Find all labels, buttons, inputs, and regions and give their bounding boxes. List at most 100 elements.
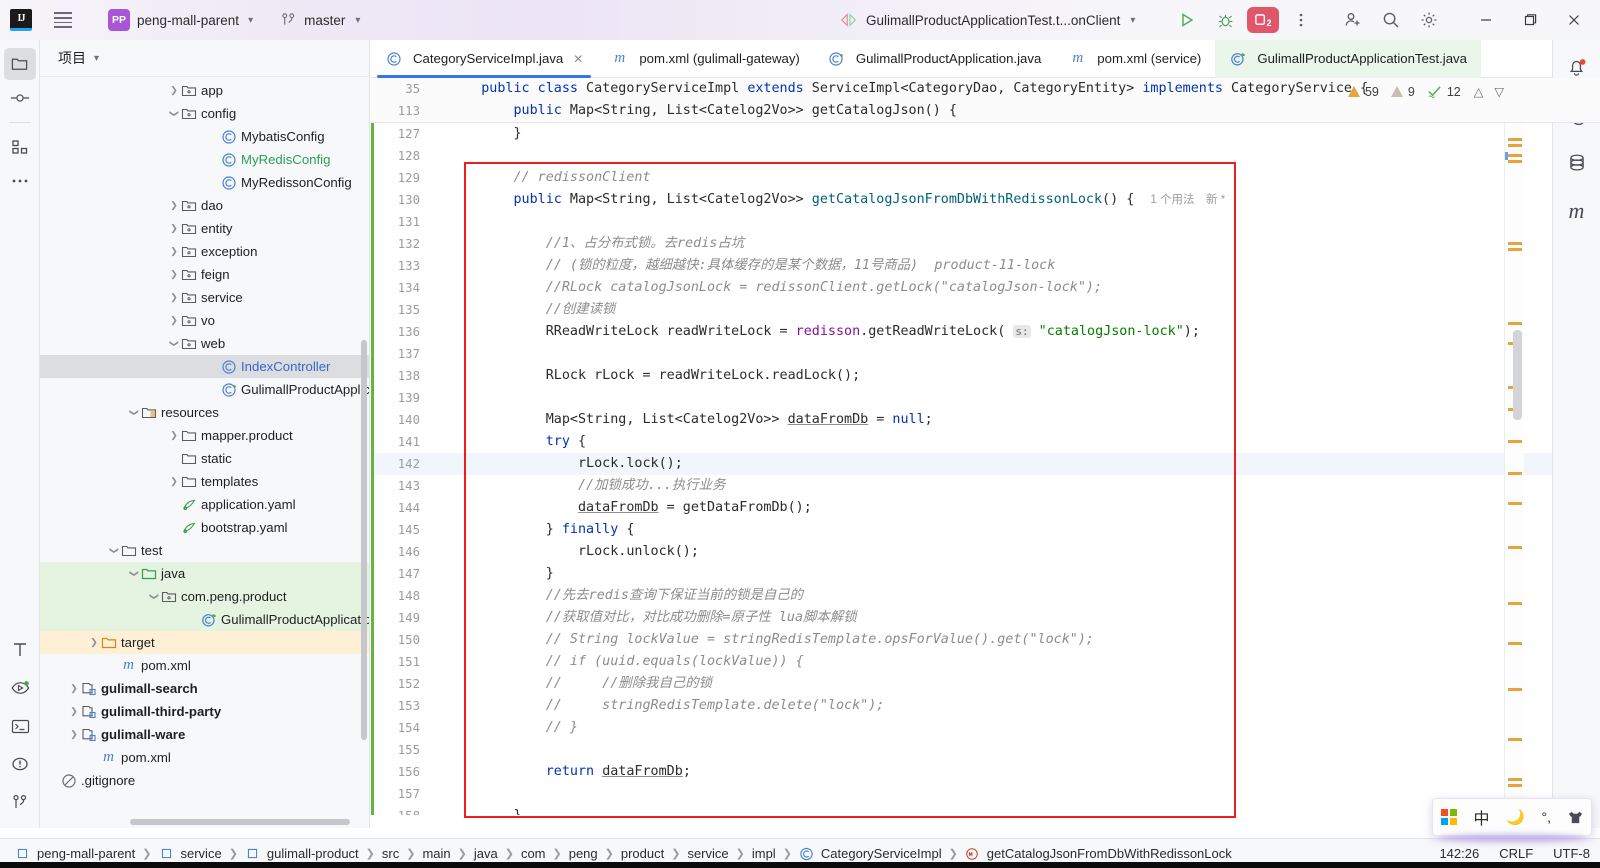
line-number[interactable]: 156 — [371, 761, 429, 783]
tree-node-entity[interactable]: ❯ entity — [40, 217, 369, 240]
breadcrumb-item-impl[interactable]: impl — [747, 846, 781, 861]
tree-node-mapper-product[interactable]: ❯ mapper.product — [40, 424, 369, 447]
tree-node-web[interactable]: ❯ web — [40, 332, 369, 355]
tree-toggle-collapsed-icon[interactable]: ❯ — [68, 706, 80, 717]
code-line[interactable]: 148 //先去redis查询下保证当前的锁是自己的 — [371, 585, 1600, 607]
next-problem-button[interactable]: ▽ — [1494, 84, 1504, 99]
line-content[interactable]: //加锁成功...执行业务 — [449, 475, 725, 497]
line-content[interactable]: // String lockValue = stringRedisTemplat… — [449, 629, 1094, 651]
tree-node-java[interactable]: ❯ java — [40, 562, 369, 585]
search-everywhere-button[interactable] — [1372, 0, 1410, 40]
tree-node-pom-xml[interactable]: m pom.xml — [40, 746, 369, 769]
moon-icon[interactable]: 🌙 — [1506, 808, 1525, 826]
tool-window-build[interactable] — [4, 634, 36, 666]
line-number[interactable]: 155 — [371, 739, 429, 761]
project-horizontal-scrollbar[interactable] — [130, 819, 350, 825]
breadcrumb-item-peng[interactable]: peng — [564, 846, 603, 861]
tree-node-bootstrap-yaml[interactable]: bootstrap.yaml — [40, 516, 369, 539]
tool-window-project[interactable] — [3, 48, 36, 80]
tree-node-target[interactable]: ❯ target — [40, 631, 369, 654]
tool-window-terminal[interactable] — [4, 710, 36, 742]
line-content[interactable]: // redissonClient — [449, 167, 651, 189]
code-line[interactable]: 131 — [371, 211, 1600, 233]
line-number[interactable]: 137 — [371, 343, 429, 365]
line-number[interactable]: 136 — [371, 321, 429, 343]
tree-node-dao[interactable]: ❯ dao — [40, 194, 369, 217]
line-number[interactable]: 151 — [371, 651, 429, 673]
editor-marker-gutter[interactable] — [1504, 78, 1524, 815]
ime-language-popup[interactable]: 中 🌙 °, — [1432, 798, 1592, 836]
code-line[interactable]: 137 — [371, 343, 1600, 365]
tree-node-gulimall-search[interactable]: ❯ gulimall-search — [40, 677, 369, 700]
line-content[interactable]: //1、占分布式锁。去redis占坑 — [449, 233, 744, 255]
tree-toggle-expanded-icon[interactable]: ❯ — [109, 545, 120, 557]
tool-window-commit[interactable] — [4, 82, 36, 114]
code-line[interactable]: 154 // } — [371, 717, 1600, 739]
run-button[interactable] — [1168, 0, 1206, 40]
code-line[interactable]: 143 //加锁成功...执行业务 — [371, 475, 1600, 497]
line-number[interactable]: 141 — [371, 431, 429, 453]
run-configuration-name[interactable]: GulimallProductApplicationTest.t...onCli… — [866, 13, 1120, 28]
tree-node-indexcontroller[interactable]: IndexController — [40, 355, 369, 378]
tree-node-com-peng-product[interactable]: ❯ com.peng.product — [40, 585, 369, 608]
tool-window-version-control[interactable] — [4, 786, 36, 818]
line-number[interactable]: 152 — [371, 673, 429, 695]
file-encoding[interactable]: UTF-8 — [1553, 846, 1590, 861]
code-line[interactable]: 135 //创建读锁 — [371, 299, 1600, 321]
line-content[interactable]: // } — [449, 717, 578, 739]
tree-node-pom-xml[interactable]: m pom.xml — [40, 654, 369, 677]
code-line[interactable]: 141 try { — [371, 431, 1600, 453]
tree-toggle-expanded-icon[interactable]: ❯ — [169, 338, 180, 350]
tool-window-problems[interactable] — [4, 748, 36, 780]
editor-tab-gulimallproductapplicationtest-java[interactable]: GulimallProductApplicationTest.java — [1215, 39, 1481, 78]
code-line[interactable]: 113 public Map<String, List<Catelog2Vo>>… — [371, 100, 1600, 122]
project-selector[interactable]: PP peng-mall-parent ▾ — [102, 6, 259, 34]
line-content[interactable]: Map<String, List<Catelog2Vo>> dataFromDb… — [449, 409, 933, 431]
maximize-button[interactable] — [1508, 0, 1552, 40]
code-line[interactable]: 158 } — [371, 805, 1600, 815]
punctuation-icon[interactable]: °, — [1542, 809, 1552, 825]
main-menu-button[interactable] — [46, 0, 80, 40]
git-branch-selector[interactable]: master ▾ — [281, 12, 360, 28]
tree-node-feign[interactable]: ❯ feign — [40, 263, 369, 286]
breadcrumb-item-java[interactable]: java — [469, 846, 503, 861]
line-number[interactable]: 113 — [371, 100, 429, 122]
tree-node-resources[interactable]: ❯ resources — [40, 401, 369, 424]
prev-problem-button[interactable]: △ — [1474, 84, 1484, 99]
tool-window-structure[interactable] — [4, 131, 36, 163]
code-line[interactable]: 136 RReadWriteLock readWriteLock = redis… — [371, 321, 1600, 343]
tree-toggle-collapsed-icon[interactable]: ❯ — [168, 430, 180, 441]
tree-toggle-collapsed-icon[interactable]: ❯ — [168, 292, 180, 303]
breadcrumb-item-getcatalogjsonfromdbwithredissonlock[interactable]: getCatalogJsonFromDbWithRedissonLock — [960, 846, 1237, 861]
tree-toggle-collapsed-icon[interactable]: ❯ — [168, 269, 180, 280]
line-number[interactable]: 140 — [371, 409, 429, 431]
inspection-widget[interactable]: 59 9 12 △ ▽ — [1347, 84, 1504, 99]
tree-toggle-expanded-icon[interactable]: ❯ — [129, 407, 140, 419]
tree-node-config[interactable]: ❯ config — [40, 102, 369, 125]
code-line[interactable]: 127 } — [371, 123, 1600, 145]
line-number[interactable]: 130 — [371, 189, 429, 211]
breadcrumb-item-com[interactable]: com — [516, 846, 551, 861]
tree-toggle-collapsed-icon[interactable]: ❯ — [168, 223, 180, 234]
line-content[interactable]: } finally { — [449, 519, 635, 541]
chevron-down-icon[interactable]: ▾ — [94, 53, 99, 64]
line-content[interactable]: // if (uuid.equals(lockValue)) { — [449, 651, 804, 673]
debug-session-badge[interactable]: 2 — [1244, 0, 1282, 40]
line-content[interactable]: // stringRedisTemplate.delete("lock"); — [449, 695, 885, 717]
code-line[interactable]: 138 RLock rLock = readWriteLock.readLock… — [371, 365, 1600, 387]
line-content[interactable]: // //删除我自己的锁 — [449, 673, 712, 695]
line-number[interactable]: 138 — [371, 365, 429, 387]
line-number[interactable]: 131 — [371, 211, 429, 233]
tool-window-run[interactable] — [4, 672, 36, 704]
more-actions-button[interactable] — [1282, 0, 1320, 40]
line-number[interactable]: 150 — [371, 629, 429, 651]
code-line[interactable]: 157 — [371, 783, 1600, 805]
tree-toggle-collapsed-icon[interactable]: ❯ — [168, 85, 180, 96]
line-number[interactable]: 127 — [371, 123, 429, 145]
debug-button[interactable] — [1206, 0, 1244, 40]
code-line[interactable]: 132 //1、占分布式锁。去redis占坑 — [371, 233, 1600, 255]
line-content[interactable]: public class CategoryServiceImpl extends… — [449, 78, 1368, 100]
line-number[interactable]: 35 — [371, 78, 429, 100]
breadcrumb-item-service[interactable]: service — [154, 846, 227, 861]
line-content[interactable]: dataFromDb = getDataFromDb(); — [449, 497, 812, 519]
